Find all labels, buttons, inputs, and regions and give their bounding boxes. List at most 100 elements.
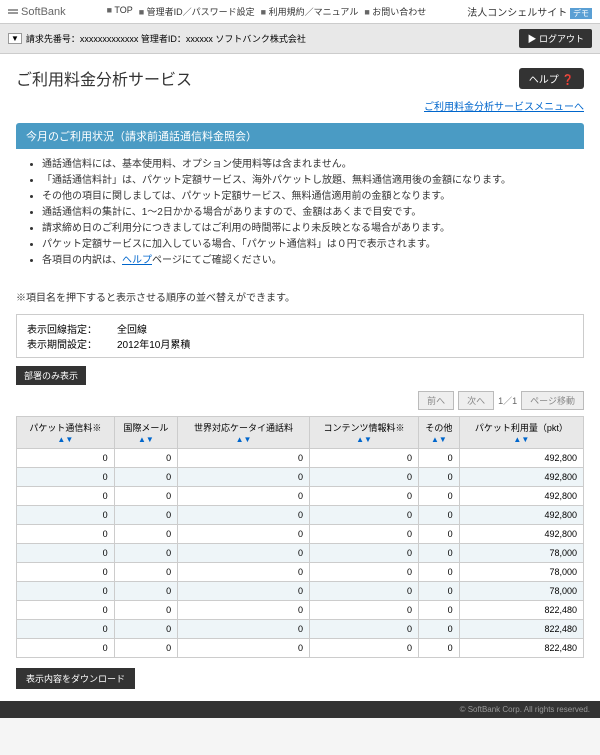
- cell: 0: [178, 525, 310, 544]
- cell: 0: [309, 582, 418, 601]
- col-header[interactable]: 世界対応ケータイ通話料▲▼: [178, 417, 310, 449]
- cell: 0: [309, 449, 418, 468]
- cell: 0: [419, 582, 460, 601]
- demo-badge: デモ: [570, 8, 592, 19]
- top-nav: SoftBank TOP 管理者ID／パスワード設定 利用規約／マニュアル お問…: [0, 0, 600, 24]
- cell: 0: [17, 639, 115, 658]
- title-row: ご利用料金分析サービス ヘルプ ❓: [16, 66, 584, 90]
- cell: 0: [178, 544, 310, 563]
- line-label: 表示回線指定：: [27, 321, 97, 336]
- nav-links: TOP 管理者ID／パスワード設定 利用規約／マニュアル お問い合わせ: [107, 5, 427, 18]
- nav-contact[interactable]: お問い合わせ: [364, 5, 426, 18]
- cell: 0: [419, 544, 460, 563]
- cell: 0: [309, 468, 418, 487]
- page-title: ご利用料金分析サービス: [16, 66, 192, 90]
- cell: 822,480: [459, 639, 583, 658]
- table-row: 00000822,480: [17, 620, 584, 639]
- cell: 0: [114, 487, 177, 506]
- cell: 0: [419, 620, 460, 639]
- download-button[interactable]: 表示内容をダウンロード: [16, 668, 135, 689]
- settings-box: 表示回線指定：全回線 表示期間設定：2012年10月累積: [16, 314, 584, 358]
- menu-link[interactable]: ご利用料金分析サービスメニューへ: [424, 102, 584, 113]
- cell: 492,800: [459, 506, 583, 525]
- cell: 0: [114, 468, 177, 487]
- dropdown-icon[interactable]: ▼: [8, 33, 22, 44]
- cell: 0: [114, 620, 177, 639]
- table-row: 00000822,480: [17, 601, 584, 620]
- cell: 0: [309, 506, 418, 525]
- cell: 0: [309, 620, 418, 639]
- cell: 0: [17, 506, 115, 525]
- page-move-button[interactable]: ページ移動: [521, 391, 584, 410]
- cell: 0: [114, 525, 177, 544]
- table-row: 0000078,000: [17, 582, 584, 601]
- prev-button[interactable]: 前へ: [418, 391, 454, 410]
- cell: 822,480: [459, 601, 583, 620]
- col-header[interactable]: パケット利用量（pkt）▲▼: [459, 417, 583, 449]
- table-row: 00000492,800: [17, 525, 584, 544]
- cell: 0: [17, 601, 115, 620]
- cell: 0: [419, 601, 460, 620]
- menu-link-row: ご利用料金分析サービスメニューへ: [16, 98, 584, 113]
- cell: 78,000: [459, 582, 583, 601]
- notes: 通話通信料には、基本使用料、オプション使用料等は含まれません。「通話通信料計」は…: [16, 157, 584, 279]
- cell: 0: [178, 468, 310, 487]
- cell: 0: [17, 468, 115, 487]
- note-item: 「通話通信料計」は、パケット定額サービス、海外パケットし放題、無料通信適用後の金…: [42, 173, 576, 189]
- cell: 0: [114, 544, 177, 563]
- logo-text: SoftBank: [21, 6, 66, 18]
- table-row: 00000492,800: [17, 506, 584, 525]
- help-link[interactable]: ヘルプ: [122, 255, 152, 266]
- table-row: 0000078,000: [17, 563, 584, 582]
- cell: 0: [114, 601, 177, 620]
- next-button[interactable]: 次へ: [458, 391, 494, 410]
- col-header[interactable]: その他▲▼: [419, 417, 460, 449]
- cell: 0: [178, 582, 310, 601]
- cell: 492,800: [459, 449, 583, 468]
- logout-button[interactable]: ▶ ログアウト: [519, 29, 592, 48]
- cell: 0: [178, 487, 310, 506]
- cell: 0: [17, 449, 115, 468]
- note-item: 通話通信料の集計に、1～2日かかる場合がありますので、金額はあくまで目安です。: [42, 205, 576, 221]
- table-row: 0000078,000: [17, 544, 584, 563]
- cell: 492,800: [459, 468, 583, 487]
- col-header[interactable]: パケット通信料※▲▼: [17, 417, 115, 449]
- note-item: パケット定額サービスに加入している場合、「パケット通信料」は０円で表示されます。: [42, 237, 576, 253]
- nav-terms[interactable]: 利用規約／マニュアル: [261, 5, 359, 18]
- table-row: 00000822,480: [17, 639, 584, 658]
- cell: 0: [178, 506, 310, 525]
- logo: SoftBank: [8, 6, 66, 18]
- col-header[interactable]: 国際メール▲▼: [114, 417, 177, 449]
- cell: 0: [17, 525, 115, 544]
- table-row: 00000492,800: [17, 468, 584, 487]
- help-button[interactable]: ヘルプ ❓: [519, 68, 584, 89]
- note-item: 請求締め日のご利用分につきましてはご利用の時間帯により未反映となる場合があります…: [42, 221, 576, 237]
- note-item: 通話通信料には、基本使用料、オプション使用料等は含まれません。: [42, 157, 576, 173]
- cell: 0: [309, 639, 418, 658]
- dept-only-button[interactable]: 部署のみ表示: [16, 366, 86, 385]
- cell: 0: [309, 601, 418, 620]
- cell: 0: [114, 639, 177, 658]
- col-header[interactable]: コンテンツ情報料※▲▼: [309, 417, 418, 449]
- nav-admin[interactable]: 管理者ID／パスワード設定: [139, 5, 255, 18]
- section-header: 今月のご利用状況（請求前通話通信料金照会）: [16, 123, 584, 149]
- cell: 0: [17, 620, 115, 639]
- cell: 0: [178, 601, 310, 620]
- table-row: 00000492,800: [17, 487, 584, 506]
- cell: 0: [419, 525, 460, 544]
- cell: 492,800: [459, 487, 583, 506]
- nav-top[interactable]: TOP: [107, 5, 133, 18]
- footer: © SoftBank Corp. All rights reserved.: [0, 701, 600, 718]
- cell: 0: [178, 449, 310, 468]
- note-item: その他の項目に関しましては、パケット定額サービス、無料通信適用前の金額となります…: [42, 189, 576, 205]
- cell: 0: [17, 582, 115, 601]
- corp-label: 法人コンシェルサイト: [467, 8, 567, 19]
- content: ご利用料金分析サービス ヘルプ ❓ ご利用料金分析サービスメニューへ 今月のご利…: [0, 54, 600, 701]
- billing-info: 請求先番号：xxxxxxxxxxxxx 管理者ID：xxxxxx ソフトバンク株…: [26, 32, 306, 45]
- table-row: 00000492,800: [17, 449, 584, 468]
- cell: 0: [419, 506, 460, 525]
- cell: 78,000: [459, 544, 583, 563]
- cell: 0: [114, 563, 177, 582]
- cell: 0: [419, 449, 460, 468]
- pager: 前へ 次へ 1／1 ページ移動: [16, 391, 584, 410]
